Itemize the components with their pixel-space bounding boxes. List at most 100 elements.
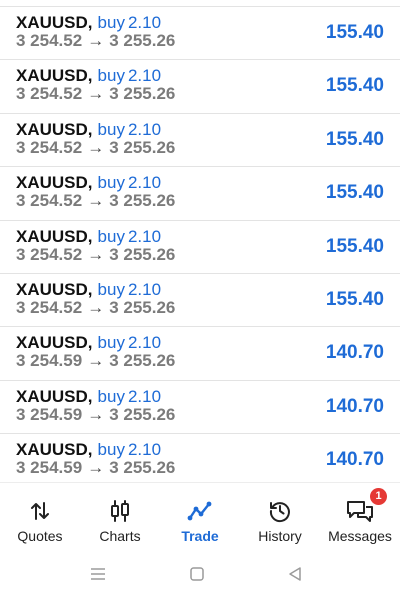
trade-profit: 155.40 xyxy=(325,75,384,97)
trade-profit: 155.40 xyxy=(325,182,384,204)
trade-title: XAUUSD, buy 2.10 xyxy=(16,13,161,33)
nav-messages[interactable]: 1 Messages xyxy=(320,483,400,547)
trade-volume: 2.10 xyxy=(127,226,162,246)
trade-volume: 2.10 xyxy=(127,119,162,139)
trade-title: XAUUSD, buy 2.10 xyxy=(16,227,161,247)
current-price: 3 255.26 xyxy=(109,351,176,371)
trade-title: XAUUSD, buy 2.10 xyxy=(16,120,161,140)
open-price: 3 254.52 xyxy=(16,84,83,104)
trade-volume: 2.10 xyxy=(127,13,162,32)
trade-profit: 155.40 xyxy=(325,128,384,150)
open-price: 3 254.52 xyxy=(16,191,83,211)
trade-profit: 155.40 xyxy=(325,235,384,257)
trade-symbol: XAUUSD xyxy=(16,226,88,246)
back-icon[interactable] xyxy=(285,564,305,584)
price-arrow: → xyxy=(87,297,105,317)
trade-side: buy xyxy=(97,226,125,246)
trade-profit: 155.40 xyxy=(325,22,384,43)
trade-symbol: XAUUSD xyxy=(16,13,88,32)
price-arrow: → xyxy=(87,191,105,211)
trade-volume: 2.10 xyxy=(127,333,162,353)
trade-volume: 2.10 xyxy=(127,279,162,299)
screen: XAUUSD, buy 2.10 3 254.52 → 3 255.26 155.40 XAU… xyxy=(0,0,400,598)
trade-side: buy xyxy=(97,386,125,406)
messages-icon xyxy=(346,499,374,523)
menu-icon[interactable] xyxy=(88,564,108,584)
trade-side: buy xyxy=(97,440,125,460)
trade-row[interactable]: XAUUSD, buy 2.10 3 254.52 → 3 255.26 155.40 xyxy=(0,167,400,221)
price-arrow: → xyxy=(87,244,105,264)
trade-side: buy xyxy=(97,333,125,353)
trade-profit: 155.40 xyxy=(325,288,384,310)
current-price: 3 255.26 xyxy=(109,244,176,264)
trade-prices: 3 254.59 → 3 255.26 xyxy=(16,458,175,478)
nav-history[interactable]: History xyxy=(240,483,320,547)
nav-trade[interactable]: Trade xyxy=(160,483,240,547)
open-price: 3 254.59 xyxy=(16,351,83,371)
symbol-separator: , xyxy=(87,440,93,460)
symbol-separator: , xyxy=(87,13,93,32)
trade-side: buy xyxy=(97,13,125,32)
trade-side: buy xyxy=(97,119,125,139)
symbol-separator: , xyxy=(87,386,93,406)
symbol-separator: , xyxy=(87,66,93,86)
current-price: 3 255.26 xyxy=(109,458,176,478)
nav-charts-label: Charts xyxy=(99,528,141,544)
nav-charts[interactable]: Charts xyxy=(80,483,160,547)
symbol-separator: , xyxy=(87,226,93,246)
trade-row[interactable]: XAUUSD, buy 2.10 3 254.59 → 3 255.26 140.70 xyxy=(0,327,400,381)
trade-row[interactable]: XAUUSD, buy 2.10 3 254.59 → 3 255.26 140.70 xyxy=(0,434,400,487)
nav-history-label: History xyxy=(258,528,302,544)
trade-row[interactable]: XAUUSD, buy 2.10 3 254.52 → 3 255.26 155.40 xyxy=(0,114,400,168)
trade-row[interactable]: XAUUSD, buy 2.10 3 254.52 → 3 255.26 155.40 xyxy=(0,7,400,61)
nav-quotes[interactable]: Quotes xyxy=(0,483,80,547)
symbol-separator: , xyxy=(87,279,93,299)
trade-row[interactable]: XAUUSD, buy 2.10 3 254.59 → 3 255.26 140.70 xyxy=(0,381,400,435)
trade-prices: 3 254.59 → 3 255.26 xyxy=(16,351,175,371)
bottom-navigation: Quotes Charts Trade History 1 Messages xyxy=(0,482,400,550)
system-navigation-bar xyxy=(0,550,400,598)
trade-title: XAUUSD, buy 2.10 xyxy=(16,173,161,193)
trade-row[interactable]: XAUUSD, buy 2.10 3 254.52 → 3 255.26 155.40 xyxy=(0,60,400,114)
trade-side: buy xyxy=(97,173,125,193)
trade-volume: 2.10 xyxy=(127,440,162,460)
price-arrow: → xyxy=(87,137,105,157)
nav-messages-label: Messages xyxy=(328,528,392,544)
trade-row[interactable]: XAUUSD, buy 2.10 3 254.52 → 3 255.26 155.40 xyxy=(0,221,400,274)
trade-title: XAUUSD, buy 2.10 xyxy=(16,66,161,86)
current-price: 3 255.26 xyxy=(109,84,176,104)
current-price: 3 255.26 xyxy=(109,191,176,211)
open-price: 3 254.52 xyxy=(16,244,83,264)
current-price: 3 255.26 xyxy=(109,137,176,157)
trade-profit: 140.70 xyxy=(325,449,384,471)
trade-volume: 2.10 xyxy=(127,386,162,406)
open-price: 3 254.52 xyxy=(16,137,83,157)
current-price: 3 255.26 xyxy=(109,404,176,424)
trade-list: XAUUSD, buy 2.10 3 254.52 → 3 255.26 155.40 XAU… xyxy=(0,7,400,488)
trade-title: XAUUSD, buy 2.10 xyxy=(16,387,161,407)
open-price: 3 254.59 xyxy=(16,404,83,424)
trade-line-icon xyxy=(186,499,214,523)
quotes-arrows-icon xyxy=(26,499,54,523)
trade-volume: 2.10 xyxy=(127,173,162,193)
trade-symbol: XAUUSD xyxy=(16,66,88,86)
trade-profit: 140.70 xyxy=(325,395,384,417)
open-price: 3 254.52 xyxy=(16,297,83,317)
trade-symbol: XAUUSD xyxy=(16,173,88,193)
trade-prices: 3 254.59 → 3 255.26 xyxy=(16,405,175,425)
symbol-separator: , xyxy=(87,173,93,193)
trade-prices: 3 254.52 → 3 255.26 xyxy=(16,84,175,104)
price-arrow: → xyxy=(87,404,105,424)
trade-symbol: XAUUSD xyxy=(16,279,88,299)
symbol-separator: , xyxy=(87,119,93,139)
open-price: 3 254.59 xyxy=(16,458,83,478)
trade-side: buy xyxy=(97,66,125,86)
trade-symbol: XAUUSD xyxy=(16,386,88,406)
trade-profit: 140.70 xyxy=(325,342,384,364)
trade-side: buy xyxy=(97,279,125,299)
open-price: 3 254.52 xyxy=(16,31,83,50)
trade-volume: 2.10 xyxy=(127,66,162,86)
home-icon[interactable] xyxy=(187,564,207,584)
trade-row[interactable]: XAUUSD, buy 2.10 3 254.52 → 3 255.26 155.40 xyxy=(0,274,400,328)
trade-prices: 3 254.52 → 3 255.26 xyxy=(16,191,175,211)
